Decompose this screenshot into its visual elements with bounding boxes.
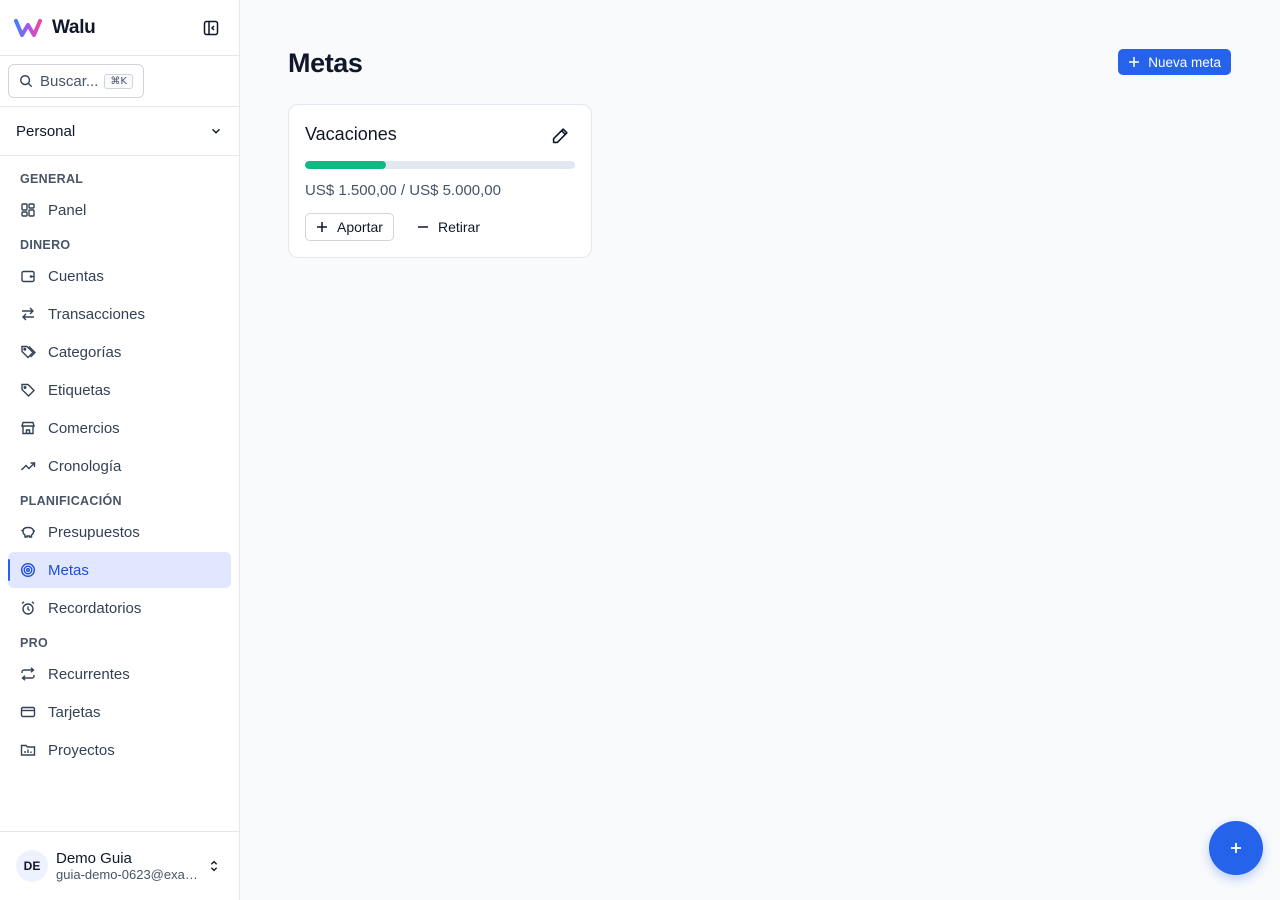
new-goal-button[interactable]: Nueva meta	[1118, 49, 1231, 75]
tags-icon	[21, 345, 36, 359]
user-email: guia-demo-0623@example.com	[56, 867, 198, 882]
goal-progress-fill	[305, 161, 386, 169]
sidebar-item-etiquetas[interactable]: Etiquetas	[8, 372, 231, 408]
search-shortcut-badge: ⌘K	[104, 73, 133, 89]
sidebar-item-label: Etiquetas	[48, 381, 111, 399]
search-input[interactable]: Buscar... ⌘K	[8, 64, 144, 98]
sidebar-item-transacciones[interactable]: Transacciones	[8, 296, 231, 332]
trending-up-icon	[21, 462, 36, 471]
sidebar-item-metas[interactable]: Metas	[8, 552, 231, 588]
withdraw-button-label: Retirar	[438, 219, 481, 235]
sidebar-item-label: Cuentas	[48, 267, 104, 285]
pencil-icon[interactable]	[552, 127, 569, 144]
arrows-swap-icon	[22, 307, 34, 321]
user-info: Demo Guia guia-demo-0623@example.com	[56, 850, 198, 882]
sidebar-item-label: Tarjetas	[48, 703, 101, 721]
sidebar-item-label: Presupuestos	[48, 523, 140, 541]
contribute-button-label: Aportar	[337, 219, 383, 235]
plus-icon	[317, 222, 327, 232]
chevrons-up-down-icon	[210, 860, 218, 872]
nav-section-title: GENERAL	[20, 172, 84, 186]
search-wrapper: Buscar... ⌘K	[0, 56, 239, 107]
user-name: Demo Guia	[56, 850, 132, 867]
sidebar-item-label: Transacciones	[48, 305, 145, 323]
main-content: Metas Nueva meta Vacaciones US$ 1.500,00…	[240, 0, 1280, 900]
goal-name: Vacaciones	[305, 124, 397, 144]
repeat-icon	[21, 667, 35, 681]
avatar: DE	[16, 850, 48, 882]
plus-icon	[1231, 843, 1241, 853]
page-title: Metas	[288, 48, 363, 78]
sidebar-item-tarjetas[interactable]: Tarjetas	[8, 694, 231, 730]
nav-section-title: PRO	[20, 636, 48, 650]
sidebar-item-label: Panel	[48, 201, 87, 219]
tag-icon	[21, 383, 35, 397]
sidebar-item-recordatorios[interactable]: Recordatorios	[8, 590, 231, 626]
chevron-down-icon	[212, 128, 220, 134]
sidebar-item-cuentas[interactable]: Cuentas	[8, 258, 231, 294]
walu-logo-icon	[14, 18, 42, 37]
credit-card-icon	[20, 706, 36, 718]
sidebar-item-label: Cronología	[48, 457, 122, 475]
search-icon	[20, 75, 33, 88]
sidebar-item-comercios[interactable]: Comercios	[8, 410, 231, 446]
sidebar-item-label: Metas	[48, 561, 89, 579]
alarm-clock-icon	[21, 601, 35, 615]
layout-grid-icon	[21, 203, 35, 217]
goal-card: Vacaciones US$ 1.500,00 / US$ 5.000,00 A…	[288, 104, 592, 258]
sidebar-collapse-icon[interactable]	[203, 20, 219, 36]
sidebar-item-label: Categorías	[48, 343, 122, 361]
sidebar-nav: GENERAL Panel DINERO Cuentas Transaccion…	[0, 156, 239, 768]
nav-section-title: PLANIFICACIÓN	[20, 494, 122, 508]
sidebar-item-label: Recordatorios	[48, 599, 142, 617]
store-icon	[21, 421, 35, 435]
sidebar-item-recurrentes[interactable]: Recurrentes	[8, 656, 231, 692]
sidebar: Walu Buscar... ⌘K Personal GENERAL Panel…	[0, 0, 240, 900]
sidebar-item-label: Proyectos	[48, 741, 115, 759]
sidebar-item-label: Comercios	[48, 419, 120, 437]
contribute-button[interactable]: Aportar	[305, 213, 394, 241]
sidebar-item-categorias[interactable]: Categorías	[8, 334, 231, 370]
nav-section-title: DINERO	[20, 238, 71, 252]
brand-header: Walu	[0, 0, 239, 56]
goal-progress-bar	[305, 161, 575, 169]
space-selector-label: Personal	[16, 122, 76, 140]
sidebar-item-presupuestos[interactable]: Presupuestos	[8, 514, 231, 550]
user-menu[interactable]: DE Demo Guia guia-demo-0623@example.com	[0, 831, 239, 900]
folder-chart-icon	[20, 744, 36, 756]
floating-add-button[interactable]	[1209, 821, 1263, 875]
sidebar-item-label: Recurrentes	[48, 665, 130, 683]
piggy-bank-icon	[20, 526, 35, 538]
sidebar-item-proyectos[interactable]: Proyectos	[8, 732, 231, 768]
target-icon	[20, 562, 36, 578]
withdraw-button[interactable]: Retirar	[407, 213, 490, 241]
brand-name: Walu	[52, 16, 96, 38]
minus-icon	[418, 226, 428, 228]
wallet-icon	[21, 270, 35, 283]
goal-amount: US$ 1.500,00 / US$ 5.000,00	[305, 182, 501, 199]
plus-icon	[1129, 57, 1140, 67]
sidebar-item-cronologia[interactable]: Cronología	[8, 448, 231, 484]
search-placeholder: Buscar...	[40, 72, 99, 90]
space-selector[interactable]: Personal	[0, 107, 239, 156]
sidebar-item-panel[interactable]: Panel	[8, 192, 231, 228]
new-goal-button-label: Nueva meta	[1148, 54, 1221, 70]
